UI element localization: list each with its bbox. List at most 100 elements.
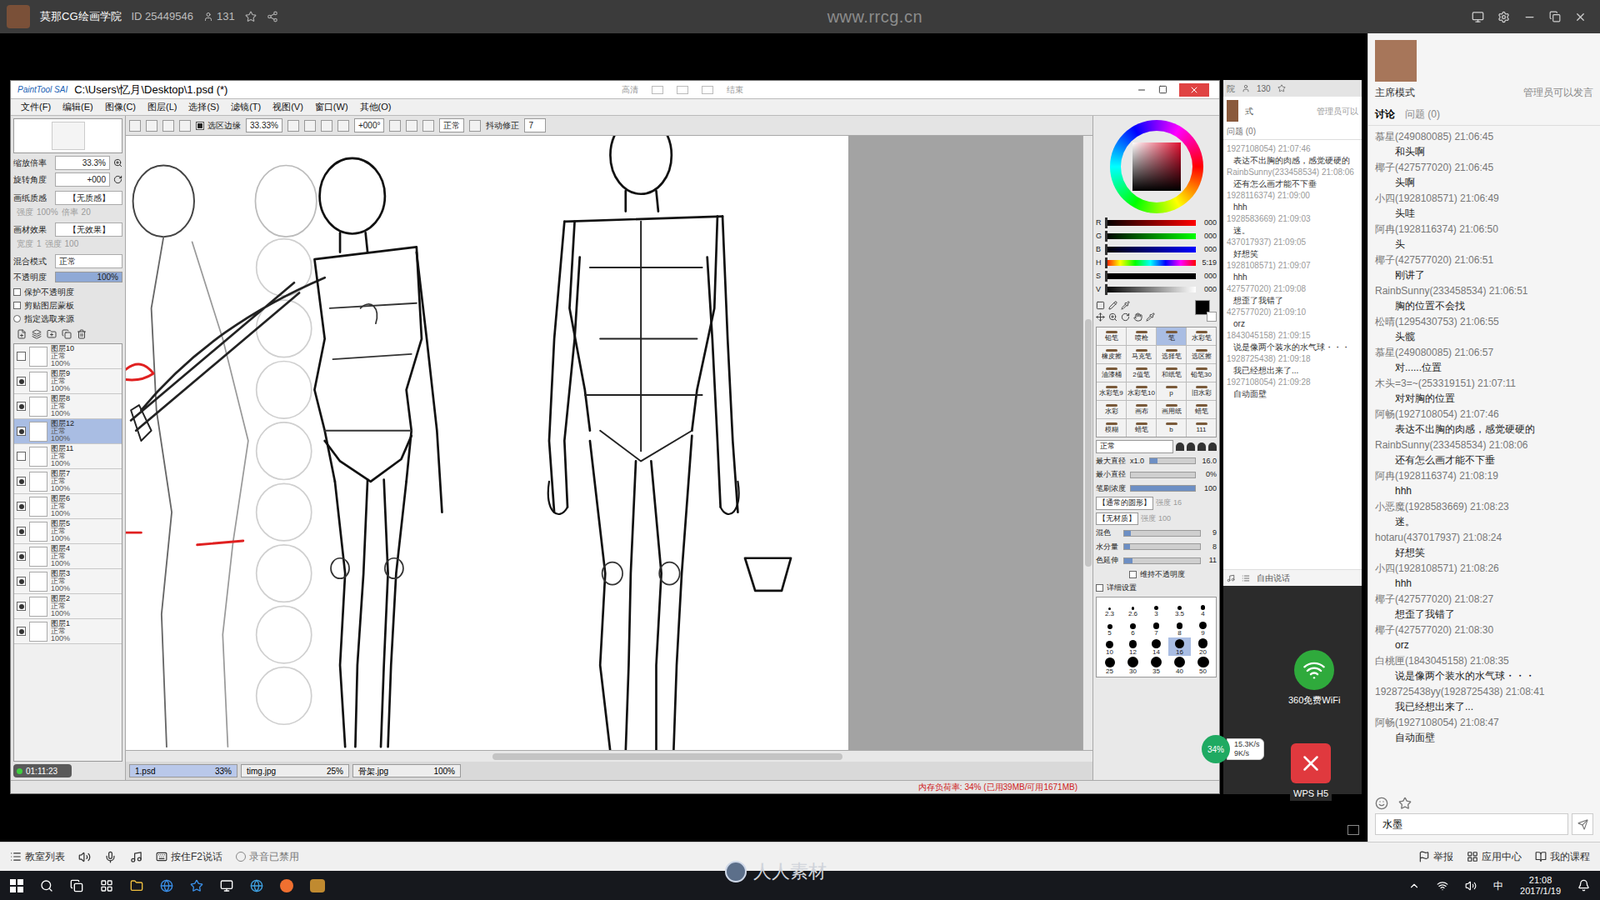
- menu-item[interactable]: 图像(C): [105, 100, 136, 115]
- brush-size[interactable]: 6: [1121, 618, 1145, 637]
- brush-tool[interactable]: 画用纸: [1156, 400, 1186, 419]
- opacity-slider[interactable]: 100%: [55, 271, 123, 283]
- tray-expand-icon[interactable]: [1408, 880, 1420, 892]
- brush-tool[interactable]: b: [1156, 419, 1186, 437]
- horizontal-scrollbar[interactable]: [125, 750, 1093, 762]
- sai-minimize-icon[interactable]: [1136, 85, 1147, 95]
- color-slider[interactable]: [1105, 220, 1196, 226]
- classroom-action[interactable]: 举报: [1418, 849, 1454, 865]
- visibility-checkbox[interactable]: [16, 551, 26, 561]
- background-color[interactable]: [1206, 311, 1217, 322]
- color-square[interactable]: [1132, 142, 1181, 191]
- ime-indicator[interactable]: 中: [1493, 878, 1504, 894]
- menu-item[interactable]: 编辑(E): [62, 100, 94, 115]
- brush-size[interactable]: 25: [1098, 656, 1121, 675]
- brush-size[interactable]: 14: [1145, 637, 1168, 656]
- toolbar-button[interactable]: [179, 120, 191, 132]
- visibility-checkbox[interactable]: [16, 626, 26, 636]
- brush-param-slider[interactable]: [1123, 543, 1201, 550]
- texture-select[interactable]: 【无效果】: [55, 222, 123, 237]
- toolbar-button[interactable]: [389, 120, 401, 132]
- brush-tool[interactable]: 旧水彩: [1186, 382, 1216, 400]
- menu-item[interactable]: 窗口(W): [315, 100, 349, 115]
- layer-option[interactable]: 保护不透明度: [13, 285, 123, 299]
- brush-tool[interactable]: 铅笔30: [1186, 364, 1216, 382]
- ie-icon[interactable]: [250, 879, 264, 893]
- brush-tool[interactable]: p: [1156, 382, 1186, 400]
- brush-tool[interactable]: 选择笔: [1156, 345, 1186, 364]
- app-icon[interactable]: [310, 879, 325, 893]
- angle-field[interactable]: +000°: [354, 118, 385, 133]
- max-size-slider[interactable]: [1149, 457, 1196, 465]
- brush-size[interactable]: 3.5: [1168, 599, 1191, 618]
- brush-shape-button[interactable]: [1208, 442, 1217, 451]
- layer-row[interactable]: 图层2正常100%: [14, 594, 122, 620]
- selection-edge-checkbox[interactable]: 选区边缘: [195, 119, 241, 132]
- browser-icon[interactable]: [160, 879, 174, 893]
- wps-widget[interactable]: WPS H5: [1290, 743, 1332, 801]
- color-slider[interactable]: [1105, 273, 1196, 280]
- select-icon[interactable]: [1095, 300, 1105, 310]
- speaker-icon[interactable]: [78, 850, 91, 864]
- classroom-action[interactable]: 应用中心: [1466, 849, 1522, 865]
- send-button[interactable]: [1571, 813, 1594, 835]
- layer-row[interactable]: 图层3正常100%: [14, 569, 122, 595]
- brush-size[interactable]: 20: [1191, 637, 1215, 656]
- wifi-widget[interactable]: 360免费WiFi: [1285, 650, 1344, 708]
- eyedropper-icon[interactable]: [1145, 312, 1155, 322]
- brush-size[interactable]: 12: [1121, 637, 1145, 656]
- brush-tool[interactable]: 铅笔: [1096, 327, 1126, 345]
- emoji-icon[interactable]: [1375, 796, 1389, 810]
- visibility-checkbox[interactable]: [16, 376, 26, 386]
- sai-close-button[interactable]: [1179, 83, 1210, 97]
- brush-shape-select[interactable]: 【通常的圆形】: [1095, 496, 1154, 510]
- brush-tool[interactable]: 笔: [1156, 327, 1186, 345]
- layer-row[interactable]: 图层8正常100%: [14, 394, 122, 420]
- brush-texture-select[interactable]: 【无材质】: [1095, 512, 1139, 526]
- title-action[interactable]: 结束: [726, 83, 744, 96]
- color-slider[interactable]: [1105, 233, 1196, 240]
- stabilizer-select[interactable]: 7: [524, 118, 546, 133]
- brush-param-slider[interactable]: [1123, 530, 1201, 537]
- share-icon[interactable]: [266, 10, 279, 23]
- keep-opacity-checkbox[interactable]: 维持不透明度: [1095, 569, 1217, 581]
- picker-icon[interactable]: [1120, 300, 1130, 310]
- start-button[interactable]: [10, 879, 24, 893]
- brush-tool[interactable]: 蜡笔: [1126, 419, 1156, 437]
- brush-param-slider[interactable]: [1123, 557, 1201, 565]
- visibility-checkbox[interactable]: [16, 576, 26, 586]
- brush-size[interactable]: 7: [1145, 618, 1168, 637]
- free-talk[interactable]: 自由说话: [1256, 571, 1290, 585]
- minimize-icon[interactable]: [1523, 10, 1536, 24]
- music-icon[interactable]: [130, 850, 143, 864]
- close-icon[interactable]: [1574, 10, 1587, 24]
- toolbar-button[interactable]: [469, 120, 481, 132]
- brush-tool[interactable]: 111: [1186, 419, 1216, 437]
- zoom-icon[interactable]: [113, 158, 123, 168]
- layer-row[interactable]: 图层10正常100%: [14, 344, 122, 370]
- detail-checkbox[interactable]: 详细设置: [1095, 582, 1217, 595]
- visibility-checkbox[interactable]: [16, 526, 26, 536]
- classroom-list[interactable]: 教室列表: [10, 849, 65, 865]
- duplicate-icon[interactable]: [61, 329, 72, 340]
- sai-maximize-icon[interactable]: [1158, 85, 1168, 95]
- hand-icon[interactable]: [1133, 312, 1143, 322]
- app-icon[interactable]: [280, 879, 294, 893]
- menu-item[interactable]: 滤镜(T): [230, 100, 261, 115]
- visibility-checkbox[interactable]: [16, 501, 26, 511]
- color-slider[interactable]: [1105, 260, 1196, 266]
- brush-shape-button[interactable]: [1197, 442, 1206, 451]
- brush-tool[interactable]: 水彩笔: [1186, 327, 1216, 345]
- brush-tool[interactable]: 蜡笔: [1186, 400, 1216, 419]
- layer-row[interactable]: 图层5正常100%: [14, 519, 122, 545]
- zoom-field[interactable]: 33.33%: [245, 118, 283, 133]
- color-wheel[interactable]: [1110, 120, 1204, 214]
- visibility-checkbox[interactable]: [16, 476, 26, 486]
- brush-tool[interactable]: 模糊: [1096, 419, 1126, 437]
- brush-size[interactable]: 40: [1168, 656, 1191, 675]
- brush-size[interactable]: 3: [1145, 599, 1168, 618]
- layer-row[interactable]: 图层1正常100%: [14, 619, 122, 645]
- brush-size[interactable]: 5: [1098, 618, 1121, 637]
- app-icon[interactable]: [190, 879, 204, 893]
- store-icon[interactable]: [100, 879, 114, 893]
